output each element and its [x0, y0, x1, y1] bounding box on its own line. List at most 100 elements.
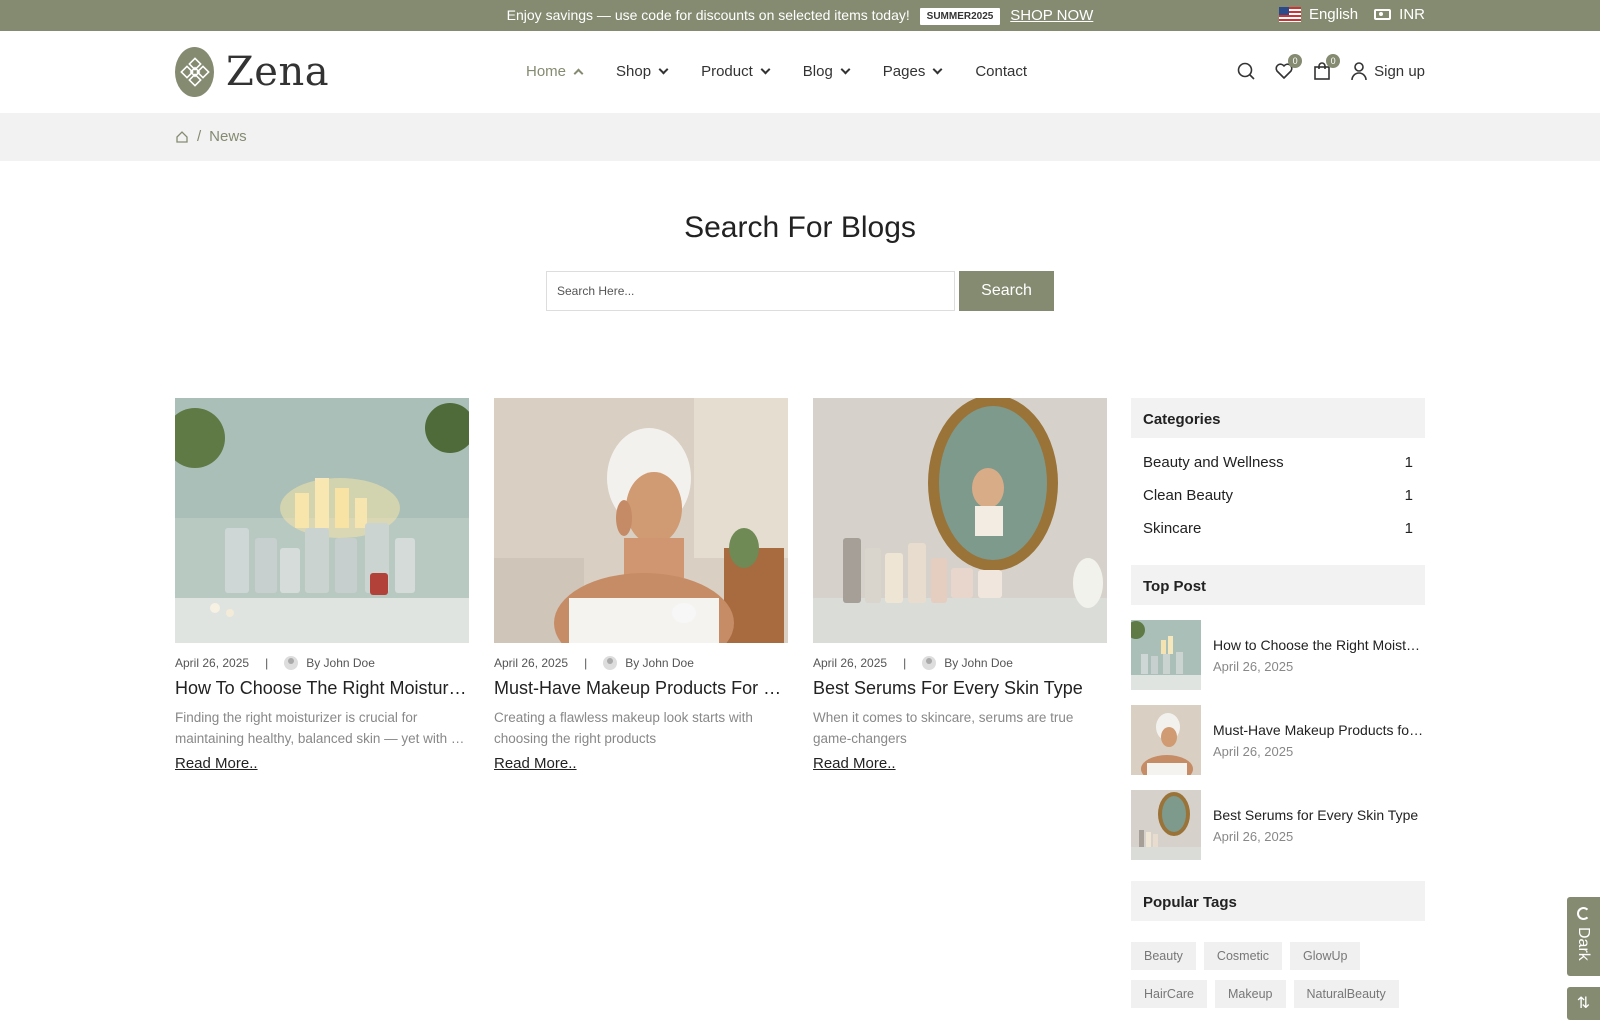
category-item[interactable]: Beauty and Wellness 1 [1143, 446, 1413, 479]
post-date: April 26, 2025 [813, 656, 888, 670]
tag-chip[interactable]: Cosmetic [1203, 942, 1283, 970]
top-post-date: April 26, 2025 [1213, 743, 1294, 759]
announcement-bar: Enjoy savings — use code for discounts o… [0, 0, 1600, 31]
excerpt-line: maintaining healthy, balanced skin — yet… [175, 731, 469, 746]
meta-divider: | [584, 656, 588, 670]
top-post-thumbnail[interactable] [1131, 705, 1201, 775]
post-excerpt: When it comes to skincare, serums are tr… [813, 707, 1107, 749]
signup-label: Sign up [1374, 62, 1425, 80]
read-more-link[interactable]: Read More.. [813, 755, 896, 772]
post-author: By John Doe [306, 656, 375, 670]
chevron-up-icon [573, 68, 584, 78]
category-name: Beauty and Wellness [1143, 454, 1284, 471]
breadcrumb: / News [175, 128, 247, 145]
excerpt-line: game-changers [813, 731, 907, 746]
post-author: By John Doe [944, 656, 1013, 670]
chevron-down-icon [760, 64, 771, 75]
nav-item-pages[interactable]: Pages [882, 63, 943, 80]
tag-chip[interactable]: GlowUp [1290, 942, 1361, 970]
top-post-item[interactable]: Must-Have Makeup Products for Beginners … [1131, 705, 1425, 775]
home-icon[interactable] [175, 130, 189, 144]
tag-list: Beauty Cosmetic GlowUp HairCare Makeup N… [1131, 942, 1425, 1008]
page-title: Search For Blogs [684, 211, 916, 244]
read-more-link[interactable]: Read More.. [175, 755, 258, 772]
top-post-date: April 26, 2025 [1213, 658, 1294, 674]
excerpt-line: Creating a flawless makeup look starts w… [494, 710, 753, 725]
author-avatar-icon [284, 656, 299, 670]
top-post-date: April 26, 2025 [1213, 828, 1294, 844]
currency-selector[interactable]: INR [1374, 6, 1425, 23]
rtl-toggle-button[interactable]: ⇅ [1567, 987, 1600, 1020]
nav-item-product[interactable]: Product [701, 63, 771, 80]
tag-chip[interactable]: Beauty [1131, 942, 1196, 970]
chevron-down-icon [840, 64, 851, 75]
post-title[interactable]: How To Choose The Right Moisturizer For … [175, 678, 469, 699]
category-item[interactable]: Clean Beauty 1 [1143, 479, 1413, 512]
nav-label: Product [701, 63, 753, 80]
top-post-thumbnail[interactable] [1131, 790, 1201, 860]
blog-card: April 26, 2025 | By John Doe Best Serums… [813, 398, 1107, 773]
chevron-down-icon [932, 64, 943, 75]
post-excerpt: Finding the right moisturizer is crucial… [175, 707, 469, 749]
chevron-down-icon [658, 64, 669, 75]
main-nav: Home Shop Product Blog Pages Contact [526, 63, 1061, 80]
post-excerpt: Creating a flawless makeup look starts w… [494, 707, 788, 749]
nav-item-home[interactable]: Home [526, 63, 584, 80]
breadcrumb-bar: / News [0, 113, 1600, 161]
language-selector[interactable]: English [1278, 6, 1359, 23]
blog-card: April 26, 2025 | By John Doe How To Choo… [175, 398, 469, 773]
category-item[interactable]: Skincare 1 [1143, 512, 1413, 545]
meta-divider: | [903, 656, 907, 670]
shop-now-link[interactable]: SHOP NOW [1010, 7, 1093, 24]
top-post-item[interactable]: Best Serums for Every Skin Type April 26… [1131, 790, 1425, 860]
categories-heading: Categories [1131, 398, 1425, 438]
category-name: Clean Beauty [1143, 487, 1234, 504]
excerpt-line: When it comes to skincare, serums are tr… [813, 710, 1074, 725]
dark-mode-toggle[interactable]: Dark [1567, 897, 1600, 976]
search-icon[interactable] [1236, 61, 1256, 81]
coupon-code-badge: SUMMER2025 [919, 8, 1001, 25]
meta-divider: | [265, 656, 269, 670]
top-post-title[interactable]: How to Choose the Right Moisturizer for … [1213, 637, 1425, 653]
language-label: English [1308, 6, 1359, 23]
category-count: 1 [1404, 487, 1413, 504]
nav-item-blog[interactable]: Blog [803, 63, 851, 80]
moon-icon [1577, 907, 1590, 920]
tag-chip[interactable]: HairCare [1131, 980, 1208, 1008]
search-input[interactable] [546, 271, 955, 311]
top-post-item[interactable]: How to Choose the Right Moisturizer for … [1131, 620, 1425, 690]
category-name: Skincare [1143, 520, 1202, 537]
excerpt-line: Finding the right moisturizer is crucial… [175, 710, 418, 725]
blog-card-image[interactable] [813, 398, 1107, 643]
nav-label: Shop [616, 63, 652, 80]
nav-item-shop[interactable]: Shop [616, 63, 669, 80]
blog-search-form: Search [546, 271, 1054, 311]
tag-chip[interactable]: Makeup [1215, 980, 1286, 1008]
brand-name: Zena [226, 49, 330, 95]
read-more-link[interactable]: Read More.. [494, 755, 577, 772]
top-post-thumbnail[interactable] [1131, 620, 1201, 690]
tag-chip[interactable]: NaturalBeauty [1293, 980, 1399, 1008]
signup-link[interactable]: Sign up [1350, 61, 1425, 81]
post-title[interactable]: Best Serums For Every Skin Type [813, 678, 1107, 699]
cart-button[interactable]: 0 [1312, 54, 1341, 81]
post-meta: April 26, 2025 | By John Doe [494, 656, 788, 670]
breadcrumb-separator: / [197, 128, 202, 145]
top-post-title[interactable]: Best Serums for Every Skin Type [1213, 807, 1425, 823]
category-list: Beauty and Wellness 1 Clean Beauty 1 Ski… [1131, 438, 1425, 545]
search-button[interactable]: Search [959, 271, 1054, 311]
top-post-section: Top Post How to Choose the Right Moistur… [1131, 565, 1425, 860]
blog-card-image[interactable] [494, 398, 788, 643]
popular-tags-heading: Popular Tags [1131, 881, 1425, 921]
nav-item-contact[interactable]: Contact [975, 63, 1027, 80]
post-author: By John Doe [625, 656, 694, 670]
top-post-title[interactable]: Must-Have Makeup Products for Beginners [1213, 722, 1425, 738]
nav-label: Pages [882, 63, 926, 80]
logo[interactable]: Zena [175, 47, 329, 97]
blog-grid: April 26, 2025 | By John Doe How To Choo… [175, 398, 1107, 773]
wishlist-button[interactable]: 0 [1274, 54, 1303, 81]
top-post-heading: Top Post [1131, 565, 1425, 605]
post-title[interactable]: Must-Have Makeup Products For Beginners [494, 678, 788, 699]
blog-card-image[interactable] [175, 398, 469, 643]
post-meta: April 26, 2025 | By John Doe [175, 656, 469, 670]
